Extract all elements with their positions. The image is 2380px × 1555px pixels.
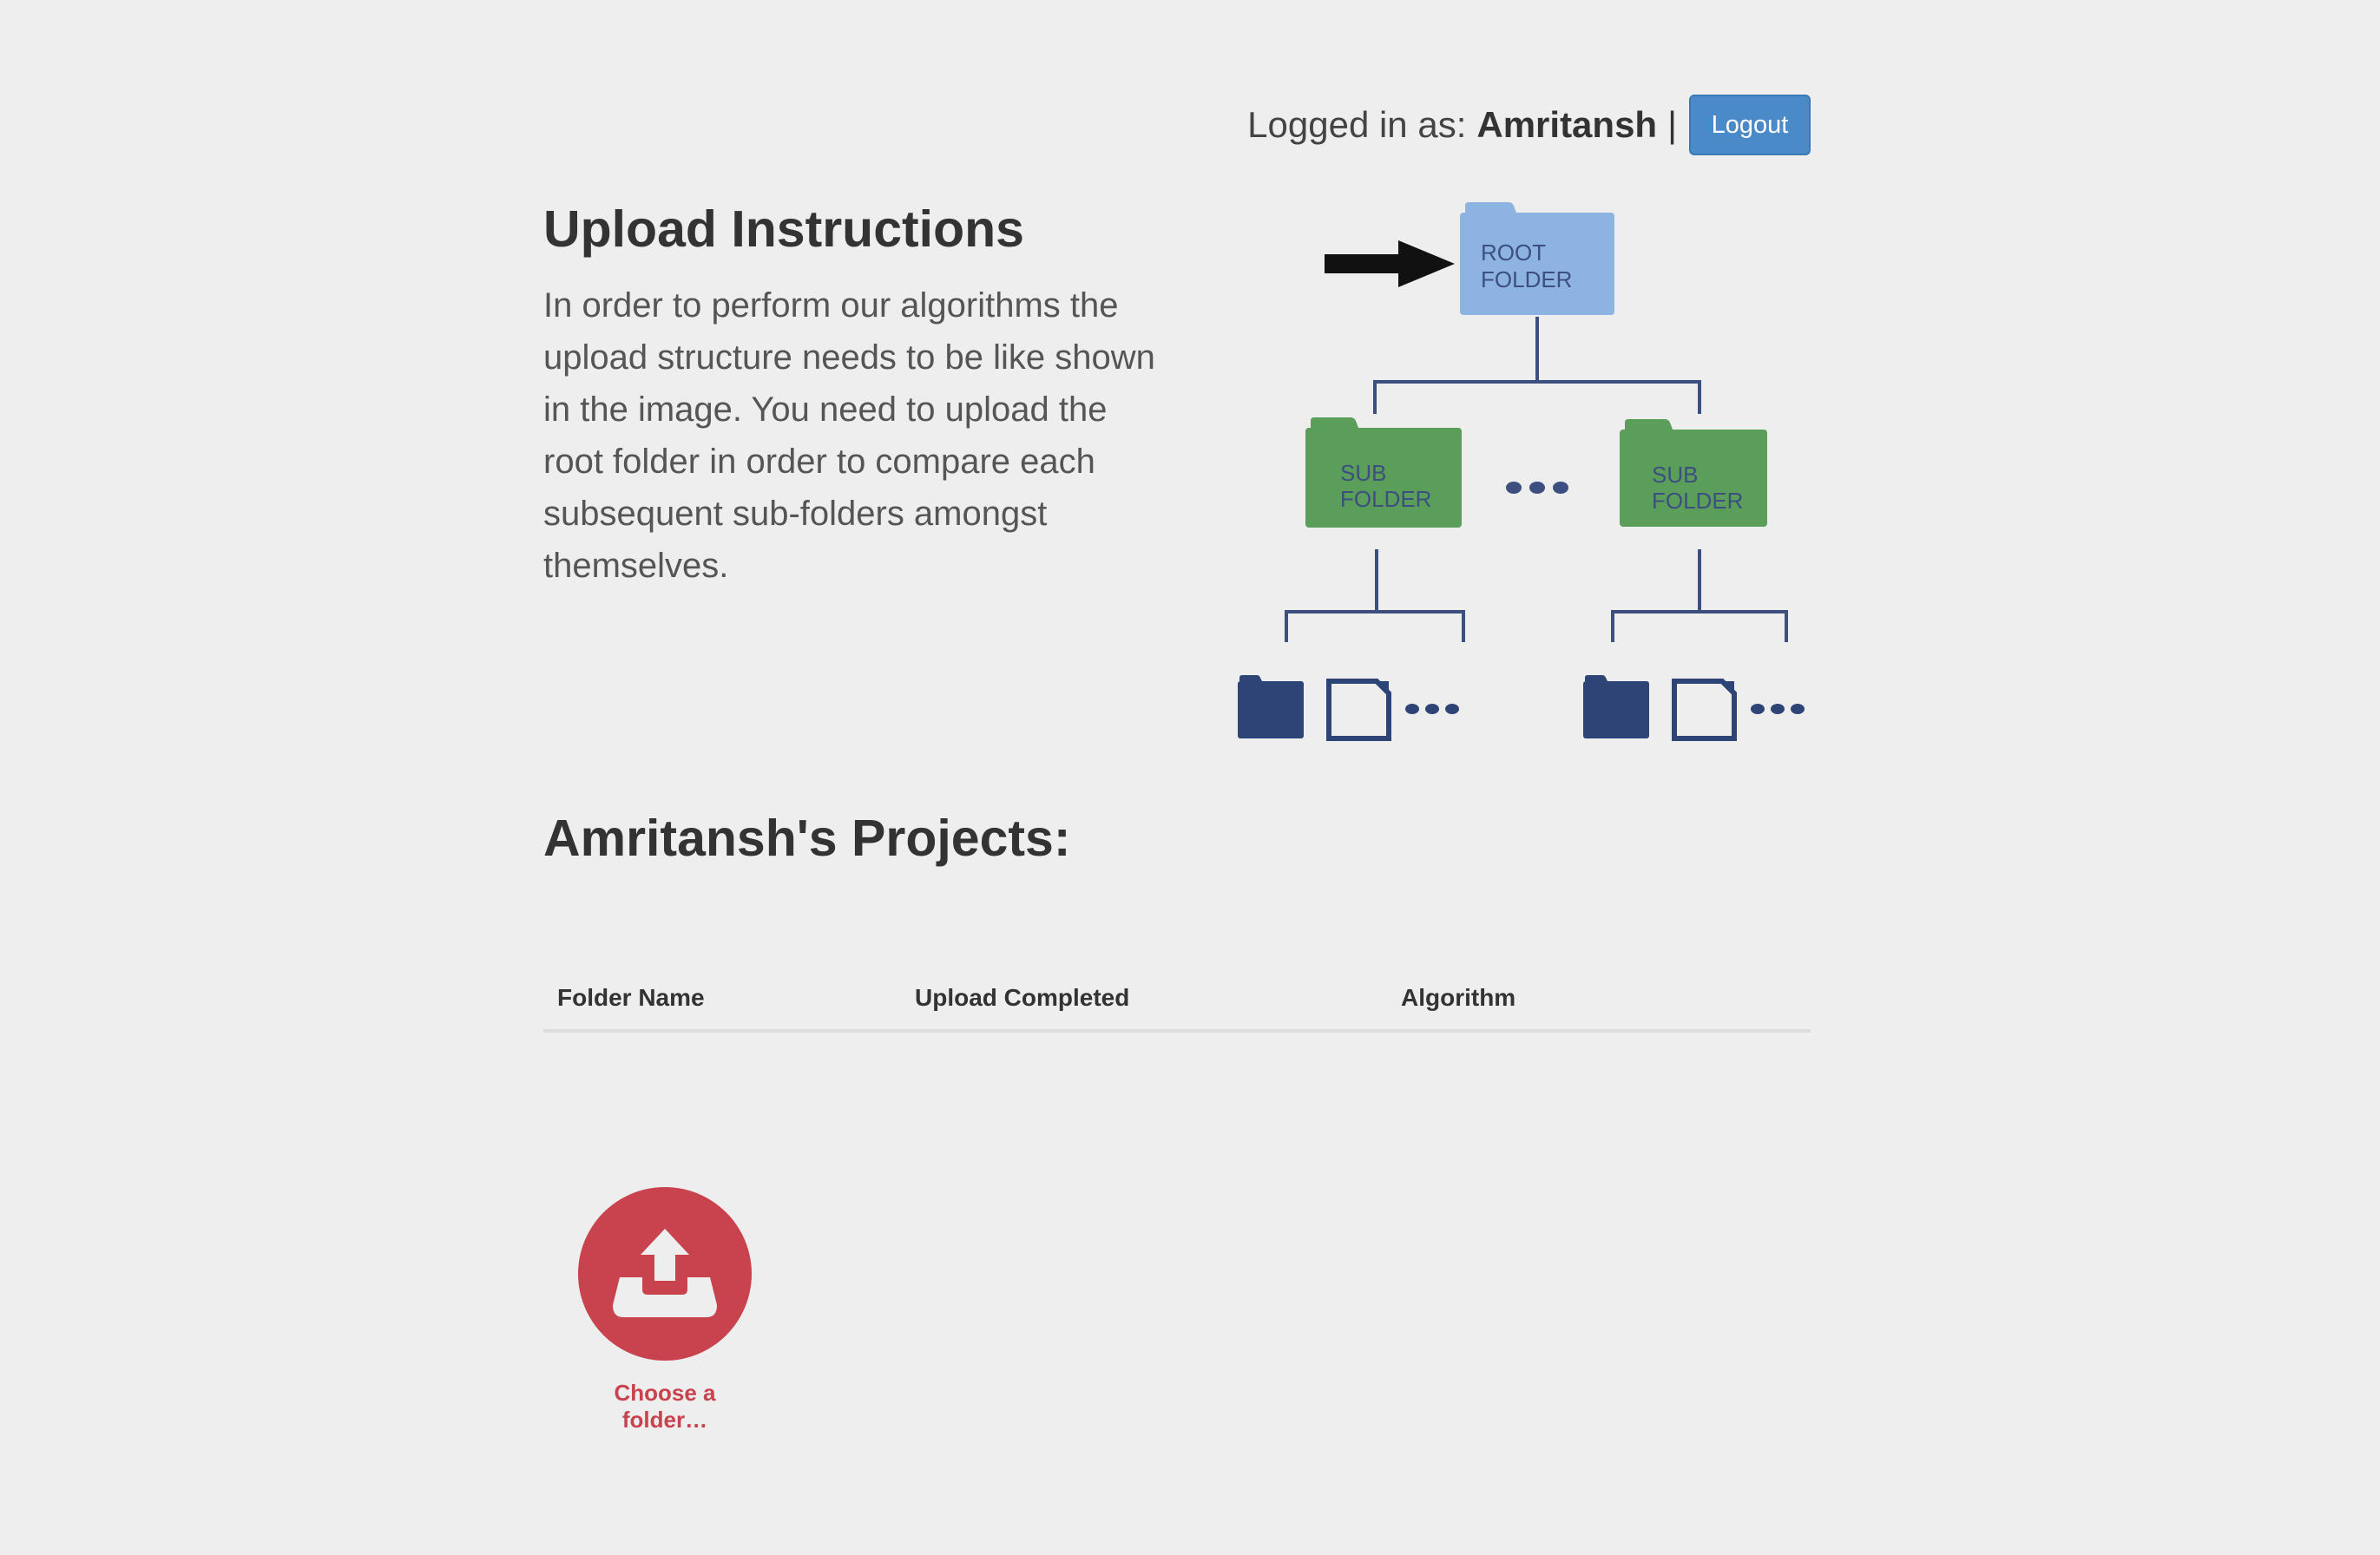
ellipsis-left-icon [1405,704,1459,714]
root-folder-label-2: FOLDER [1481,266,1572,292]
login-bar: Logged in as: Amritansh | Logout [1247,95,1811,155]
leaf-folder-right-icon [1583,675,1649,738]
tree-connectors-top [1373,317,1701,414]
upload-circle[interactable] [578,1187,752,1361]
logged-in-label: Logged in as: [1247,104,1467,145]
sub-folder-left-label-1: SUB [1340,460,1386,486]
projects-title: Amritansh's Projects: [543,810,1071,867]
ellipsis-middle-icon [1506,482,1568,494]
sub-folder-left-icon: SUB FOLDER [1305,417,1462,528]
leaf-file-left-icon [1326,679,1391,741]
instructions-title: Upload Instructions [543,200,1024,258]
logout-button[interactable]: Logout [1689,95,1811,155]
column-header-folder-name: Folder Name [543,972,901,1033]
projects-table: Folder Name Upload Completed Algorithm [543,972,1811,1033]
root-folder-label-1: ROOT [1481,239,1546,266]
leaf-folder-left-icon [1238,675,1304,738]
upload-tray-icon [613,1229,717,1317]
choose-folder-button[interactable]: Choose a folder… [569,1187,760,1434]
separator: | [1667,104,1677,145]
arrow-right-icon [1325,240,1455,287]
root-folder-icon: ROOT FOLDER [1460,202,1614,315]
instructions-text: In order to perform our algorithms the u… [543,286,1155,585]
table-header-row: Folder Name Upload Completed Algorithm [543,972,1811,1033]
sub-folder-left-label-2: FOLDER [1340,486,1431,512]
sub-folder-right-label-1: SUB [1652,462,1698,488]
sub-folder-right-icon: SUB FOLDER [1620,419,1767,527]
folder-structure-diagram: ROOT FOLDER SUB FOLDER SUB FOLDER [1238,202,1805,741]
tree-connectors-bottom [1285,549,1788,642]
username: Amritansh [1476,104,1658,145]
page-container: Logged in as: Amritansh | Logout Upload … [543,0,1811,1555]
column-header-upload-completed: Upload Completed [901,972,1387,1033]
ellipsis-right-icon [1751,704,1805,714]
sub-folder-right-label-2: FOLDER [1652,488,1743,514]
leaf-file-right-icon [1672,679,1737,741]
choose-folder-label[interactable]: Choose a folder… [569,1380,760,1434]
column-header-algorithm: Algorithm [1387,972,1811,1033]
